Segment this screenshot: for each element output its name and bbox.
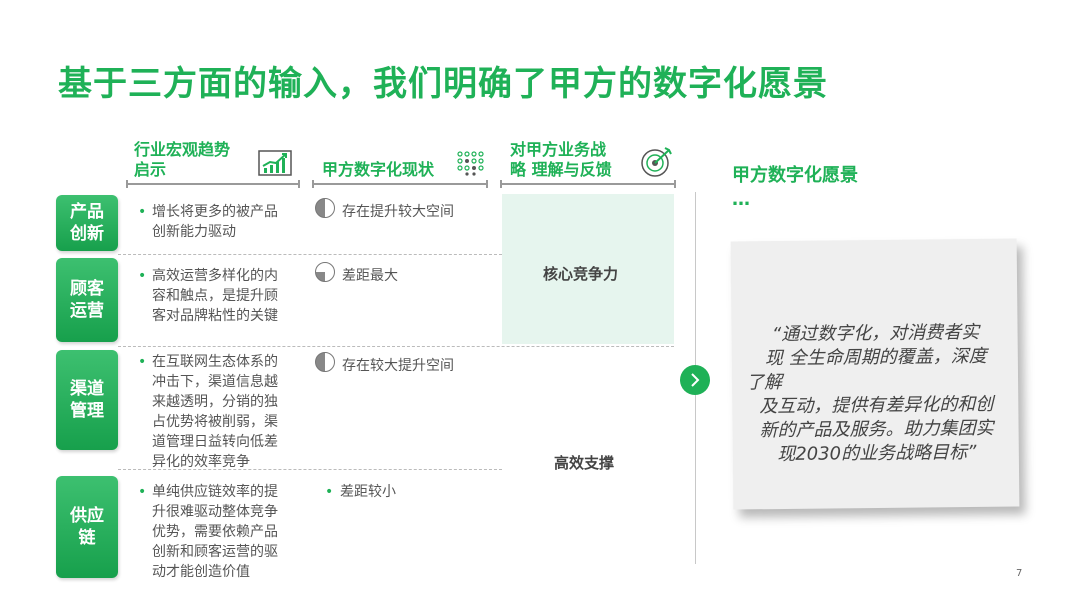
progress-pie-icon: [315, 198, 335, 218]
status-text-customer: 差距最大: [342, 268, 398, 284]
column-header-line: …: [732, 189, 750, 210]
row-label-product-innovation[interactable]: 产品 创新: [56, 195, 118, 251]
core-competence-label: 核心竞争力: [543, 265, 619, 283]
vision-line: 新的产品及服务。助力集团实: [759, 417, 994, 442]
trend-text-customer: 高效运营多样化的内 容和触点，是提升顾 客对品牌粘性的关键: [138, 266, 278, 326]
trend-line: 容和触点，是提升顾: [152, 288, 278, 304]
status-text-channel: 存在较大提升空间: [342, 358, 454, 374]
trend-text-product: 增长将更多的被产品 创新能力驱动: [138, 202, 278, 242]
vision-statement: “通过数字化，对消费者实 现 全生命周期的覆盖，深度 了解 及互动，提供有差异化…: [739, 321, 1012, 468]
column-header-line: 略 理解与反馈: [510, 160, 612, 179]
column-header-industry-trends: 行业宏观趋势 启示: [134, 140, 230, 180]
column-header-strategy-feedback: 对甲方业务战 略 理解与反馈: [510, 140, 612, 180]
target-icon: [640, 146, 674, 182]
row-label-line: 渠道: [70, 379, 104, 399]
trend-line: 客对品牌粘性的关键: [152, 308, 278, 324]
row-label-line: 顾客: [70, 279, 104, 299]
progress-pie-icon: [315, 262, 335, 282]
column-header-divider: [500, 180, 676, 188]
row-label-line: 创新: [70, 224, 104, 244]
trend-line: 占优势将被削弱，渠: [152, 414, 278, 430]
vision-line: 现2030的业务战略目标”: [777, 441, 977, 466]
trend-text-channel: 在互联网生态体系的 冲击下，渠道信息越 来越透明，分销的独 占优势将被削弱，渠 …: [138, 352, 278, 472]
vision-line: 现 全生命周期的覆盖，深度: [764, 345, 987, 370]
column-header-line: 甲方数字化现状: [322, 160, 435, 179]
trend-line: 创新能力驱动: [152, 224, 236, 240]
trend-line: 增长将更多的被产品: [152, 204, 278, 220]
trend-text-supply: 单纯供应链效率的提 升很难驱动整体竞争 优势，需要依赖产品 创新和顾客运营的驱 …: [138, 482, 278, 582]
page-title: 基于三方面的输入，我们明确了甲方的数字化愿景: [58, 64, 828, 104]
trend-line: 来越透明，分销的独: [152, 394, 278, 410]
row-label-customer-operations[interactable]: 顾客 运营: [56, 258, 118, 342]
trend-line: 异化的效率竞争: [152, 454, 250, 470]
trend-line: 冲击下，渠道信息越: [152, 374, 278, 390]
column-header-line: 启示: [134, 160, 167, 179]
row-label-line: 运营: [70, 301, 104, 321]
column-header-line: 对甲方业务战: [510, 140, 607, 159]
next-arrow-button[interactable]: [680, 365, 710, 395]
trend-line: 动才能创造价值: [152, 564, 250, 580]
status-text: 差距较小: [340, 484, 396, 500]
chevron-right-icon: [691, 373, 700, 387]
bullet-dot: •: [325, 484, 334, 500]
trend-line: 单纯供应链效率的提: [152, 484, 278, 500]
status-text-supply: • 差距较小: [325, 482, 396, 502]
column-header-digital-vision: 甲方数字化愿景 …: [732, 164, 858, 212]
vision-line: 了解: [745, 371, 783, 394]
row-label-line: 管理: [70, 401, 104, 421]
column-header-line: 行业宏观趋势: [134, 140, 231, 159]
progress-pie-icon: [315, 352, 335, 372]
page-number: 7: [1016, 568, 1023, 579]
trend-line: 优势，需要依赖产品: [152, 524, 278, 540]
column-header-divider: [126, 180, 300, 188]
trend-line: 道管理日益转向低差: [152, 434, 278, 450]
vision-line: 及互动，提供有差异化的和创: [759, 393, 994, 418]
trend-line: 创新和顾客运营的驱: [152, 544, 278, 560]
row-separator: [118, 254, 502, 255]
column-header-digital-status: 甲方数字化现状: [322, 160, 434, 180]
row-label-channel-management[interactable]: 渠道 管理: [56, 350, 118, 450]
row-label-line: 产品: [70, 202, 104, 222]
vision-note-card: “通过数字化，对消费者实 现 全生命周期的覆盖，深度 了解 及互动，提供有差异化…: [730, 238, 1020, 510]
trend-line: 升很难驱动整体竞争: [152, 504, 278, 520]
dot-grid-icon: [456, 150, 484, 180]
column-header-divider: [312, 180, 488, 188]
efficient-support-label: 高效支撑: [554, 454, 615, 472]
trend-line: 在互联网生态体系的: [152, 354, 278, 370]
vision-line: “通过数字化，对消费者实: [771, 321, 980, 346]
trend-line: 高效运营多样化的内: [152, 268, 278, 284]
status-text-product: 存在提升较大空间: [342, 204, 454, 220]
row-label-line: 供应链: [70, 506, 104, 548]
column-header-line: 甲方数字化愿景: [732, 165, 858, 186]
trend-chart-icon: [258, 150, 292, 180]
row-label-supply-chain[interactable]: 供应链: [56, 476, 118, 578]
row-separator: [118, 346, 674, 347]
